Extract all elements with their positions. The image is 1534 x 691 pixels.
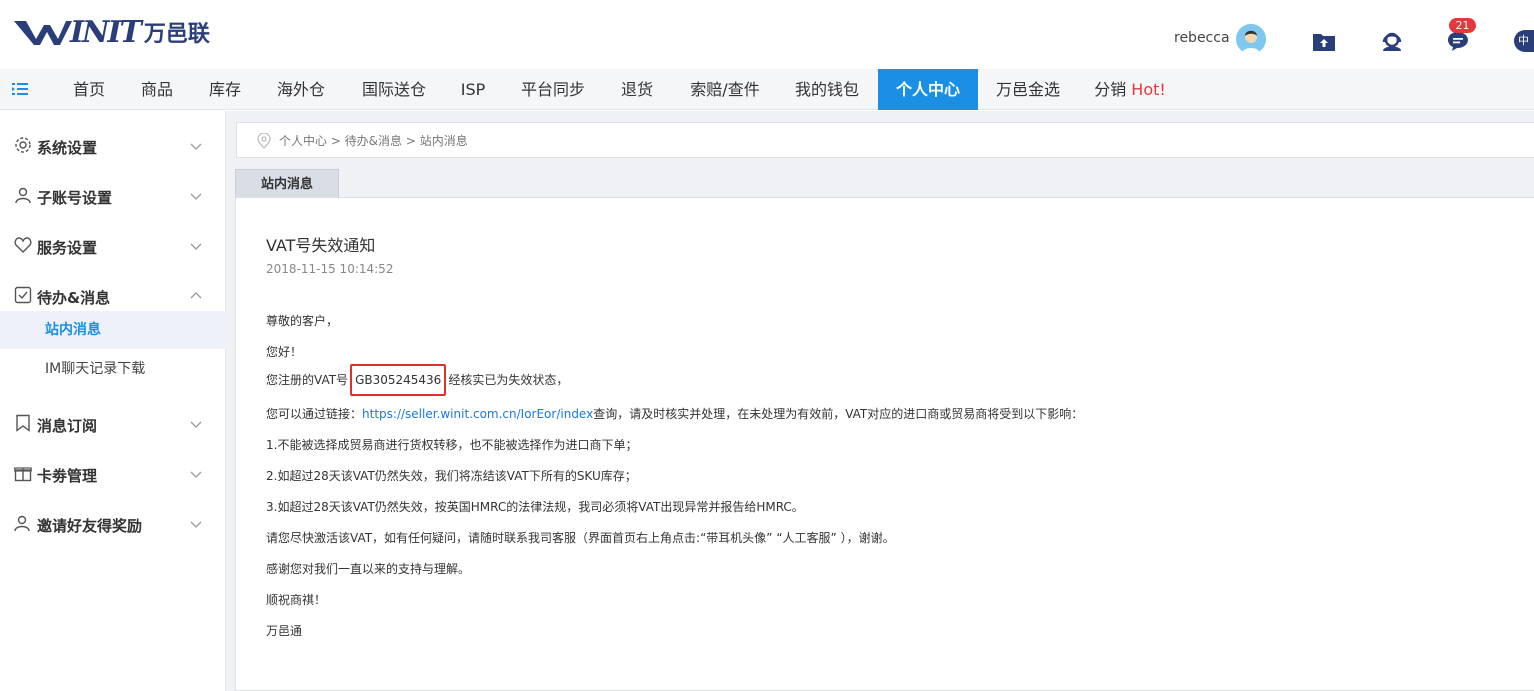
gear-icon	[15, 137, 31, 153]
nav-returns[interactable]: 退货	[606, 69, 668, 110]
message-time: 2018-11-15 10:14:52	[266, 262, 394, 276]
username[interactable]: rebecca	[1174, 30, 1230, 46]
sidebar-coupon-management[interactable]: 卡劵管理	[0, 444, 226, 494]
nav-home[interactable]: 首页	[58, 69, 120, 110]
sidebar-label: 邀请好友得奖励	[37, 517, 143, 535]
chevron-down-icon	[190, 193, 202, 200]
message-hello: 您好！	[266, 345, 303, 359]
main-area: 个人中心 > 待办&消息 > 站内消息 站内消息 VAT号失效通知 2018-1…	[226, 111, 1534, 691]
sidebar-sub-account-settings[interactable]: 子账号设置	[0, 166, 226, 216]
sidebar-item-im-chat-download[interactable]: IM聊天记录下载	[0, 350, 226, 388]
chevron-up-icon	[190, 292, 202, 299]
nav-personal-center[interactable]: 个人中心	[878, 69, 978, 110]
winit-logo-mark-icon	[14, 21, 72, 45]
nav-isp[interactable]: ISP	[448, 69, 498, 110]
upload-folder-icon[interactable]	[1312, 29, 1336, 53]
message-impact-2: 2.如超过28天该VAT仍然失效，我们将冻结该VAT下所有的SKU库存；	[266, 469, 637, 483]
message-thanks: 感谢您对我们一直以来的支持与理解。	[266, 562, 471, 576]
sidebar-label: 服务设置	[37, 239, 98, 257]
tab-site-messages[interactable]: 站内消息	[235, 169, 339, 198]
nav-products[interactable]: 商品	[126, 69, 188, 110]
chevron-down-icon	[190, 243, 202, 250]
nav-winit-select[interactable]: 万邑金选	[982, 69, 1074, 110]
nav-overseas-warehouse[interactable]: 海外仓	[262, 69, 340, 110]
message-greeting: 尊敬的客户，	[266, 314, 339, 328]
message-impact-1: 1.不能被选择成贸易商进行货权转移，也不能被选择作为进口商下单；	[266, 438, 638, 452]
message-title: VAT号失效通知	[266, 236, 376, 255]
user-add-icon	[14, 515, 30, 532]
logo-text-cn: 万邑联	[143, 22, 210, 47]
nav-claims[interactable]: 索赔/查件	[676, 69, 774, 110]
menu-toggle-icon[interactable]	[12, 81, 28, 97]
sidebar-label: 消息订阅	[37, 417, 98, 435]
nav-platform-sync[interactable]: 平台同步	[507, 69, 599, 110]
chevron-down-icon	[190, 143, 202, 150]
sidebar-message-subscription[interactable]: 消息订阅	[0, 394, 226, 444]
bookmark-icon	[16, 414, 30, 432]
sidebar-item-site-messages[interactable]: 站内消息	[0, 311, 226, 349]
chevron-down-icon	[190, 471, 202, 478]
breadcrumb-text: 个人中心 > 待办&消息 > 站内消息	[279, 134, 468, 148]
sidebar-todo-messages[interactable]: 待办&消息	[0, 266, 226, 316]
sidebar: 系统设置 子账号设置 服务设置 待办&消息 站内消息 IM聊天记录下载 消息订阅…	[0, 111, 226, 691]
link-suffix: 查询，请及时核实并处理，在未处理为有效前，VAT对应的进口商或贸易商将受到以下影…	[593, 407, 1084, 421]
nav-inventory[interactable]: 库存	[194, 69, 256, 110]
ior-eor-link[interactable]: https://seller.winit.com.cn/IorEor/index	[362, 407, 593, 421]
top-header: INIT 万邑联 rebecca 21 中	[0, 0, 1534, 69]
message-signature: 万邑通	[266, 624, 303, 638]
nav-distribution-label: 分销	[1094, 80, 1127, 99]
winit-logo[interactable]: INIT 万邑联	[14, 12, 210, 52]
hot-badge: Hot!	[1131, 80, 1166, 99]
heart-icon	[14, 237, 32, 253]
sidebar-system-settings[interactable]: 系统设置	[0, 116, 226, 166]
nav-wallet[interactable]: 我的钱包	[780, 69, 874, 110]
logo-text-en: INIT	[70, 14, 142, 50]
chevron-down-icon	[190, 521, 202, 528]
message-wish: 顺祝商祺！	[266, 593, 327, 607]
main-nav: 首页 商品 库存 海外仓 国际送仓 ISP 平台同步 退货 索赔/查件 我的钱包…	[0, 69, 1534, 110]
user-avatar-icon	[1236, 24, 1266, 54]
headset-support-icon[interactable]	[1380, 29, 1404, 53]
chevron-down-icon	[190, 421, 202, 428]
message-impact-3: 3.如超过28天该VAT仍然失效，按英国HMRC的法律法规，我司必须将VAT出现…	[266, 500, 804, 514]
vat-prefix: 您注册的VAT号	[266, 373, 349, 387]
message-vat-line: 您注册的VAT号 GB305245436 经核实已为失效状态，	[266, 364, 568, 396]
message-count-badge: 21	[1449, 18, 1476, 33]
location-pin-icon	[257, 133, 271, 149]
nav-international-delivery[interactable]: 国际送仓	[347, 69, 441, 110]
message-content: VAT号失效通知 2018-11-15 10:14:52 尊敬的客户， 您好！ …	[235, 197, 1534, 691]
vat-number-highlight: GB305245436	[350, 364, 447, 396]
nav-distribution[interactable]: 分销 Hot!	[1082, 69, 1178, 110]
user-icon	[15, 187, 31, 204]
link-prefix: 您可以通过链接：	[266, 407, 363, 421]
sidebar-label: 系统设置	[37, 139, 98, 157]
breadcrumb: 个人中心 > 待办&消息 > 站内消息	[236, 122, 1534, 158]
vat-suffix: 经核实已为失效状态，	[448, 373, 569, 387]
checkbox-icon	[14, 286, 32, 304]
message-link-line: 您可以通过链接：https://seller.winit.com.cn/IorE…	[266, 405, 1083, 422]
user-avatar[interactable]	[1236, 24, 1266, 54]
sidebar-label: 待办&消息	[37, 289, 111, 307]
sidebar-label: 卡劵管理	[37, 467, 98, 485]
message-contact: 请您尽快激活该VAT，如有任何疑问，请随时联系我司客服（界面首页右上角点击:“带…	[266, 531, 895, 545]
sidebar-invite-friends[interactable]: 邀请好友得奖励	[0, 494, 226, 544]
gift-icon	[14, 467, 32, 482]
language-switch[interactable]: 中	[1514, 30, 1534, 52]
sidebar-label: 子账号设置	[37, 189, 113, 207]
sidebar-service-settings[interactable]: 服务设置	[0, 216, 226, 266]
